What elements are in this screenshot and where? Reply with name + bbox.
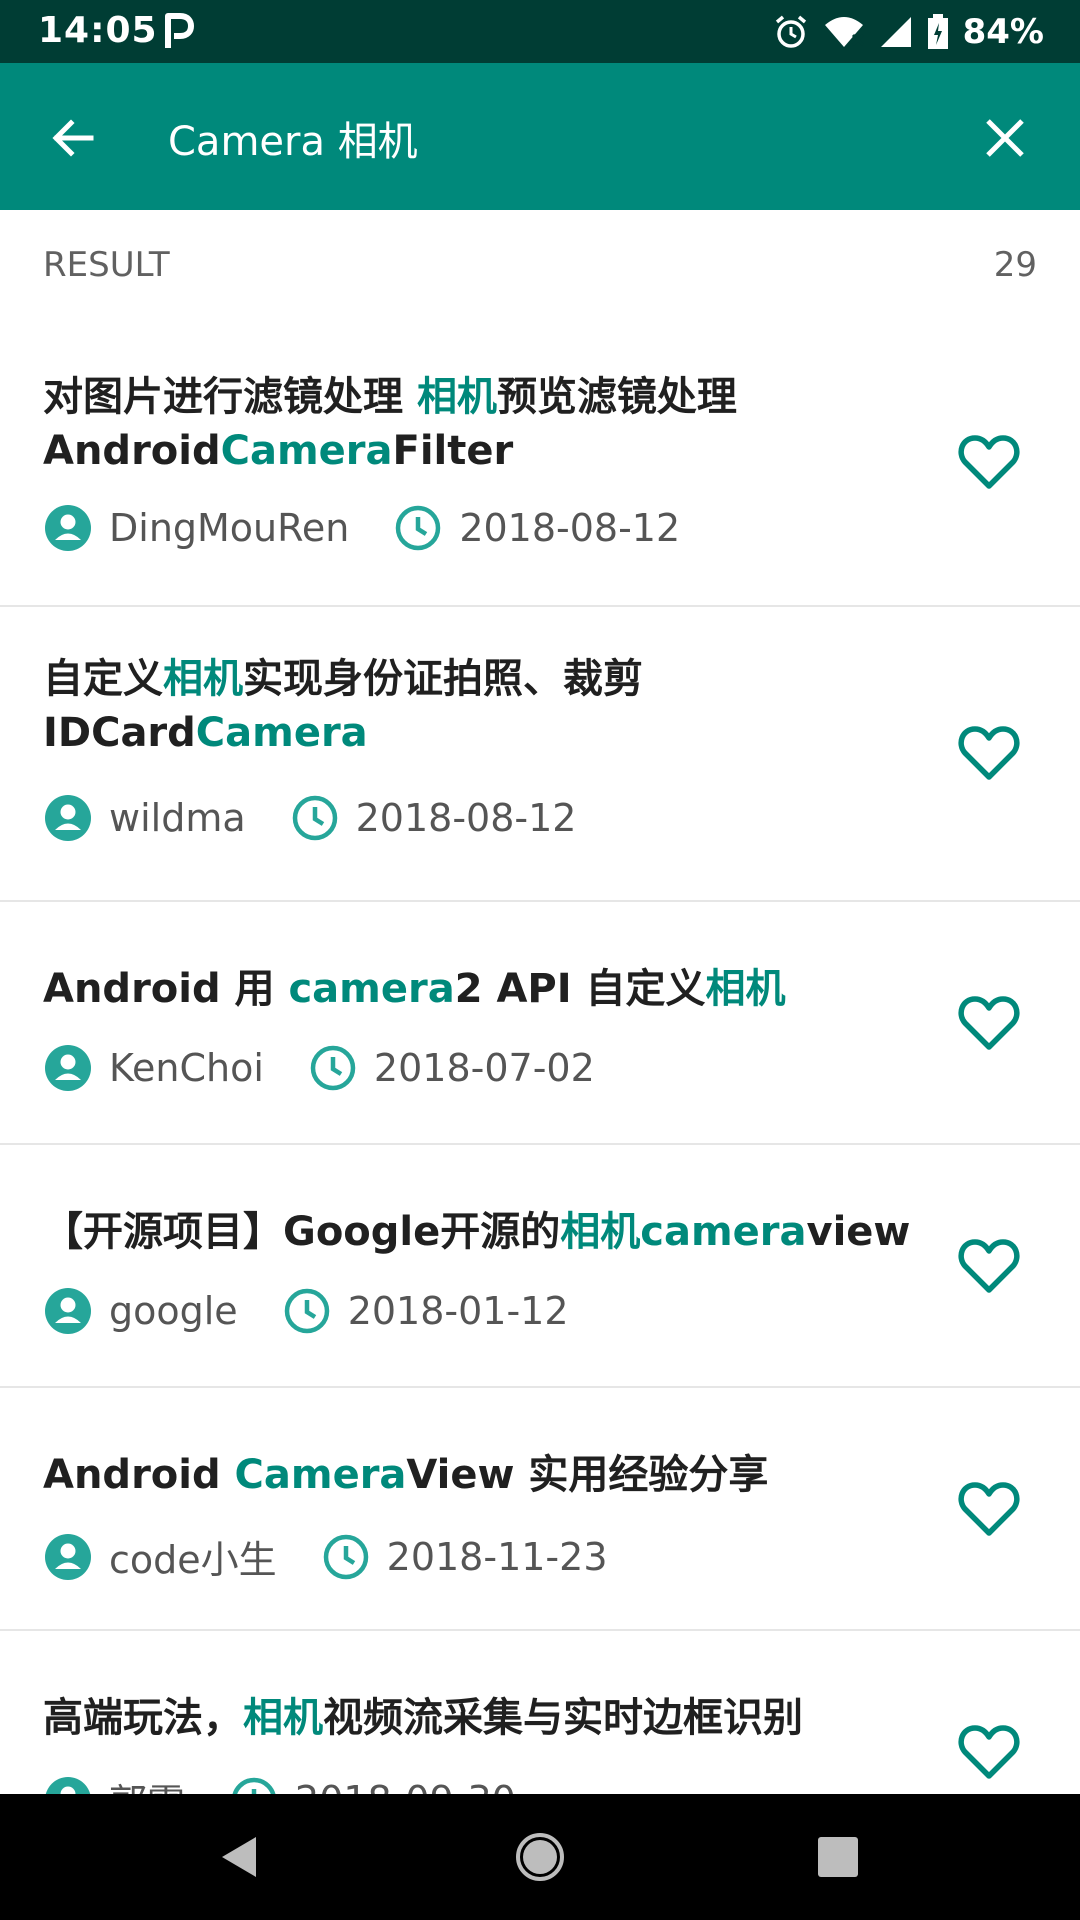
item-meta: google 2018-01-12 bbox=[43, 1286, 569, 1336]
item-author: google bbox=[109, 1289, 238, 1333]
favorite-heart-icon[interactable] bbox=[958, 994, 1020, 1052]
clear-search-button[interactable] bbox=[970, 103, 1040, 173]
title-text: Android bbox=[43, 428, 221, 474]
list-item[interactable]: 对图片进行滤镜处理 相机预览滤镜处理 AndroidCameraFilter Di… bbox=[0, 320, 1080, 607]
favorite-heart-icon[interactable] bbox=[958, 1723, 1020, 1781]
title-highlight: Camera bbox=[220, 428, 393, 474]
item-author: wildma bbox=[109, 796, 246, 840]
user-icon bbox=[45, 1288, 91, 1334]
arrow-back-icon bbox=[52, 119, 94, 157]
user-icon bbox=[45, 795, 91, 841]
favorite-heart-icon[interactable] bbox=[958, 1480, 1020, 1538]
item-author: 郭霖 bbox=[109, 1772, 185, 1794]
result-label: RESULT bbox=[43, 245, 170, 285]
item-title: Android 用 camera2 API 自定义相机 bbox=[43, 962, 923, 1016]
system-navigation-bar bbox=[0, 1794, 1080, 1920]
clock-icon bbox=[232, 1777, 276, 1794]
title-text: 【开源项目】Google开源的 bbox=[43, 1209, 561, 1255]
clock-icon bbox=[284, 1288, 329, 1334]
title-highlight: Camera bbox=[195, 710, 368, 756]
favorite-heart-icon[interactable] bbox=[958, 724, 1020, 782]
nav-recents-button[interactable] bbox=[808, 1827, 868, 1887]
cell-signal-icon bbox=[880, 17, 911, 47]
title-text: 预览滤镜处理 bbox=[496, 374, 737, 420]
item-date: 2018-11-23 bbox=[386, 1534, 608, 1579]
clock-icon bbox=[396, 505, 441, 551]
battery-percent: 84% bbox=[962, 12, 1044, 52]
title-text: Filter bbox=[392, 428, 514, 474]
nav-back-button[interactable] bbox=[208, 1827, 268, 1887]
item-date: 2018-08-12 bbox=[459, 506, 681, 550]
title-text: 实现身份证拍照、裁剪 bbox=[243, 656, 643, 702]
nav-back-icon bbox=[222, 1837, 256, 1877]
list-item[interactable]: 【开源项目】Google开源的相机cameraview google 2018-… bbox=[0, 1145, 1080, 1388]
title-text: view bbox=[806, 1209, 911, 1255]
item-title: Android CameraView 实用经验分享 bbox=[43, 1448, 923, 1502]
user-icon bbox=[45, 1776, 91, 1794]
title-text: 视频流采集与实时边框识别 bbox=[323, 1695, 803, 1741]
item-meta: wildma 2018-08-12 bbox=[43, 793, 576, 843]
title-highlight: 相机 bbox=[416, 374, 497, 420]
list-item[interactable]: Android 用 camera2 API 自定义相机 KenChoi 2018… bbox=[0, 902, 1080, 1145]
list-item[interactable]: 自定义相机实现身份证拍照、裁剪 IDCardCamera wildma 2018-… bbox=[0, 607, 1080, 902]
user-icon bbox=[45, 1533, 91, 1580]
status-bar: 14:05 84% bbox=[0, 0, 1080, 63]
item-author: KenChoi bbox=[109, 1046, 264, 1090]
clock-icon bbox=[323, 1534, 368, 1579]
parking-notification-icon bbox=[165, 13, 194, 48]
title-text: 对图片进行滤镜处理 bbox=[43, 374, 417, 420]
item-date: 2018-01-12 bbox=[347, 1289, 569, 1333]
alarm-icon bbox=[775, 15, 806, 48]
nav-recents-icon bbox=[818, 1837, 858, 1877]
nav-home-button[interactable] bbox=[510, 1827, 570, 1887]
title-highlight: camera bbox=[640, 1209, 807, 1255]
title-highlight: 相机 bbox=[243, 1695, 323, 1741]
title-highlight: 相机 bbox=[560, 1209, 641, 1255]
user-icon bbox=[45, 505, 91, 551]
title-text: Android 用 bbox=[43, 966, 289, 1012]
item-meta: code小生 2018-11-23 bbox=[43, 1529, 608, 1584]
result-count: 29 bbox=[993, 245, 1037, 285]
item-date: 2018-07-02 bbox=[373, 1046, 595, 1090]
item-title: 【开源项目】Google开源的相机cameraview bbox=[43, 1205, 923, 1259]
search-toolbar: Camera 相机 bbox=[0, 63, 1080, 210]
clock-icon bbox=[310, 1045, 356, 1091]
result-list[interactable]: 对图片进行滤镜处理 相机预览滤镜处理 AndroidCameraFilter Di… bbox=[0, 320, 1080, 1794]
list-item[interactable]: Android CameraView 实用经验分享 code小生 2018-11… bbox=[0, 1388, 1080, 1631]
title-highlight: camera bbox=[288, 966, 455, 1012]
list-item[interactable]: 高端玩法，相机视频流采集与实时边框识别 郭霖 2018-09-30 bbox=[0, 1631, 1080, 1794]
title-text: View 实用经验分享 bbox=[406, 1452, 769, 1498]
item-author: code小生 bbox=[109, 1538, 277, 1582]
result-header: RESULT 29 bbox=[0, 210, 1080, 320]
item-meta: 郭霖 2018-09-30 bbox=[43, 1772, 516, 1794]
item-author: DingMouRen bbox=[109, 506, 350, 550]
item-title: 对图片进行滤镜处理 相机预览滤镜处理 AndroidCameraFilter bbox=[43, 370, 923, 478]
title-text: 自定义 bbox=[43, 656, 163, 702]
title-highlight: Camera bbox=[234, 1452, 407, 1498]
item-meta: KenChoi 2018-07-02 bbox=[43, 1043, 595, 1093]
battery-icon bbox=[927, 14, 948, 49]
nav-home-icon bbox=[516, 1833, 564, 1881]
favorite-heart-icon[interactable] bbox=[958, 433, 1020, 491]
item-date: 2018-09-30 bbox=[295, 1778, 516, 1795]
item-date: 2018-08-12 bbox=[355, 796, 577, 840]
title-highlight: 相机 bbox=[705, 966, 786, 1012]
favorite-heart-icon[interactable] bbox=[958, 1237, 1020, 1295]
user-icon bbox=[45, 1045, 91, 1091]
back-button[interactable] bbox=[38, 103, 108, 173]
wifi-icon bbox=[824, 17, 864, 47]
status-time: 14:05 bbox=[38, 10, 158, 51]
title-text: Android bbox=[43, 1452, 235, 1498]
close-icon bbox=[986, 119, 1024, 157]
title-text: IDCard bbox=[43, 710, 196, 756]
clock-icon bbox=[292, 795, 337, 841]
item-title: 高端玩法，相机视频流采集与实时边框识别 bbox=[43, 1691, 923, 1745]
title-highlight: 相机 bbox=[163, 656, 243, 702]
search-query-text[interactable]: Camera 相机 bbox=[168, 109, 418, 167]
title-text: 2 API 自定义 bbox=[454, 966, 706, 1012]
title-text: 高端玩法， bbox=[43, 1695, 243, 1741]
item-title: 自定义相机实现身份证拍照、裁剪 IDCardCamera bbox=[43, 652, 923, 760]
item-meta: DingMouRen 2018-08-12 bbox=[43, 503, 680, 553]
